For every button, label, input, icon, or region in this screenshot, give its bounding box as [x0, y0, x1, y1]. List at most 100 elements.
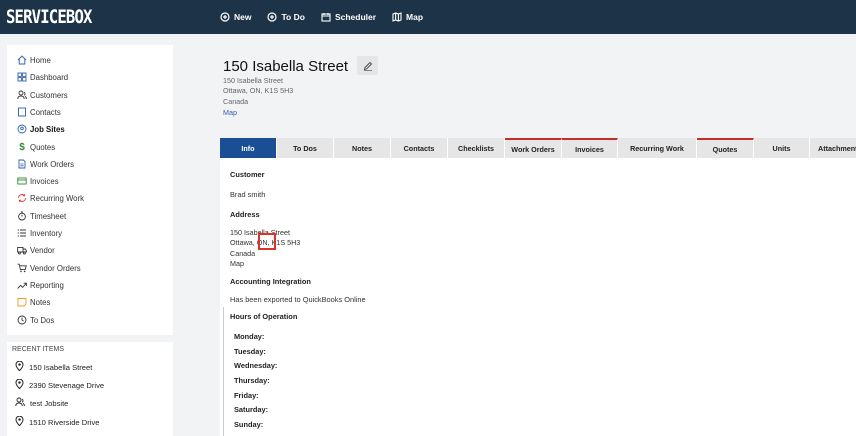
top-nav: New To Do Scheduler Map — [220, 0, 423, 34]
day-monday: Monday: — [234, 332, 265, 341]
header-country: Canada — [223, 97, 249, 106]
calendar-icon — [321, 13, 331, 22]
dollar-icon: $ — [19, 141, 25, 153]
plus-circle-icon — [220, 12, 230, 22]
sidebar-item-label: Customers — [30, 90, 68, 100]
tab-contacts[interactable]: Contacts — [391, 138, 448, 158]
tab-notes[interactable]: Notes — [334, 138, 391, 158]
location-pin-icon — [15, 415, 24, 428]
sidebar-item-timesheet[interactable]: Timesheet — [17, 208, 66, 224]
accounting-label: Accounting Integration — [230, 277, 311, 286]
sidebar-item-label: To Dos — [30, 315, 55, 325]
brand-logo[interactable]: SERVICEBOX — [6, 6, 92, 28]
address-map-link[interactable]: Map — [230, 259, 244, 268]
sidebar-item-to-dos[interactable]: To Dos — [17, 312, 54, 328]
tab-to-dos[interactable]: To Dos — [277, 138, 334, 158]
tab-checklists[interactable]: Checklists — [448, 138, 505, 158]
address-country: Canada — [230, 249, 256, 258]
recent-item[interactable]: test Jobsite — [15, 396, 68, 410]
sidebar-item-label: Invoices — [30, 176, 59, 186]
new-button[interactable]: New — [220, 12, 251, 22]
tab-invoices[interactable]: Invoices — [562, 138, 618, 158]
plus-circle-icon — [267, 12, 278, 22]
tab-bar: Info To Dos Notes Contacts Checklists Wo… — [220, 138, 856, 158]
recent-item-label: 2390 Stevenage Drive — [29, 380, 105, 390]
day-saturday: Saturday: — [234, 405, 269, 414]
sidebar-item-inventory[interactable]: Inventory — [17, 225, 62, 241]
sidebar-item-label: Quotes — [30, 142, 56, 152]
recent-item[interactable]: 1510 Riverside Drive — [15, 415, 99, 429]
customer-link[interactable]: Brad smith — [230, 190, 265, 199]
recent-items-panel: RECENT ITEMS 150 Isabella Street 2390 St… — [7, 342, 173, 436]
location-pin-icon — [15, 378, 24, 391]
day-sunday: Sunday: — [234, 420, 264, 429]
note-icon — [17, 297, 27, 307]
sidebar-item-invoices[interactable]: Invoices — [17, 173, 59, 189]
sidebar-item-label: Work Orders — [30, 159, 75, 169]
tab-quotes[interactable]: Quotes — [697, 138, 754, 158]
sidebar-item-recurring-work[interactable]: Recurring Work — [17, 190, 84, 206]
todo-label: To Do — [281, 12, 305, 22]
sidebar-item-reporting[interactable]: Reporting — [17, 277, 64, 293]
sidebar-item-home[interactable]: Home — [17, 52, 51, 68]
sidebar-item-job-sites[interactable]: Job Sites — [17, 121, 65, 137]
tab-units[interactable]: Units — [754, 138, 810, 158]
scheduler-label: Scheduler — [334, 12, 377, 22]
sidebar-item-vendor[interactable]: Vendor — [17, 242, 55, 258]
sidebar-item-contacts[interactable]: Contacts — [17, 104, 61, 120]
edit-button[interactable] — [357, 56, 378, 75]
sidebar-item-label: Timesheet — [30, 211, 67, 221]
day-wednesday: Wednesday: — [234, 361, 278, 370]
map-label: Map — [406, 12, 424, 22]
sidebar-item-quotes[interactable]: $ Quotes — [17, 139, 55, 155]
tab-recurring-work[interactable]: Recurring Work — [618, 138, 697, 158]
day-friday: Friday: — [234, 391, 259, 400]
page-title: 150 Isabella Street — [223, 58, 349, 75]
tab-attachments[interactable]: Attachments — [810, 138, 856, 158]
todo-button[interactable]: To Do — [267, 12, 305, 22]
list-icon — [17, 228, 27, 238]
contacts-icon — [17, 107, 27, 117]
sidebar-item-dashboard[interactable]: Dashboard — [17, 69, 68, 85]
header-address-line1: 150 Isabella Street — [223, 76, 283, 85]
header-map-link[interactable]: Map — [223, 108, 237, 117]
location-pin-icon — [15, 360, 24, 373]
recent-items-title: RECENT ITEMS — [12, 346, 64, 353]
sidebar-item-customers[interactable]: Customers — [17, 87, 68, 103]
cart-icon — [17, 263, 27, 273]
hours-label: Hours of Operation — [230, 312, 298, 321]
highlight-box — [258, 233, 276, 250]
tab-work-orders[interactable]: Work Orders — [505, 138, 562, 158]
location-pin-icon — [17, 124, 27, 134]
sidebar-item-work-orders[interactable]: Work Orders — [17, 156, 74, 172]
top-bar: SERVICEBOX New To Do Scheduler Map — [0, 0, 856, 34]
clock-icon — [17, 315, 27, 325]
sidebar-item-label: Vendor — [30, 245, 55, 255]
scheduler-button[interactable]: Scheduler — [321, 12, 376, 22]
hours-divider — [223, 307, 224, 436]
sidebar-item-label: Contacts — [30, 107, 61, 117]
header-address-line2: Ottawa, ON, K1S 5H3 — [223, 86, 294, 95]
recent-item-label: test Jobsite — [30, 398, 69, 408]
home-icon — [17, 55, 27, 65]
sidebar-item-label: Recurring Work — [30, 193, 85, 203]
sidebar-item-vendor-orders[interactable]: Vendor Orders — [17, 260, 81, 276]
address-label: Address — [230, 210, 260, 219]
sidebar: Home Dashboard Customers Contacts Job Si… — [7, 45, 173, 335]
sidebar-item-label: Inventory — [30, 228, 63, 238]
recent-item[interactable]: 2390 Stevenage Drive — [15, 378, 104, 392]
dashboard-icon — [17, 72, 27, 82]
tab-info[interactable]: Info — [220, 138, 277, 158]
customers-icon — [15, 397, 25, 409]
recent-item[interactable]: 150 Isabella Street — [15, 360, 92, 374]
sidebar-item-notes[interactable]: Notes — [17, 294, 50, 310]
sidebar-item-label: Notes — [30, 297, 51, 307]
new-label: New — [234, 12, 252, 22]
chart-trend-icon — [17, 280, 27, 290]
map-button[interactable]: Map — [392, 12, 423, 22]
sidebar-item-label: Dashboard — [30, 72, 69, 82]
recurring-icon — [17, 193, 27, 203]
recent-item-label: 150 Isabella Street — [29, 362, 93, 372]
day-tuesday: Tuesday: — [234, 347, 266, 356]
sidebar-item-label: Home — [30, 55, 51, 65]
